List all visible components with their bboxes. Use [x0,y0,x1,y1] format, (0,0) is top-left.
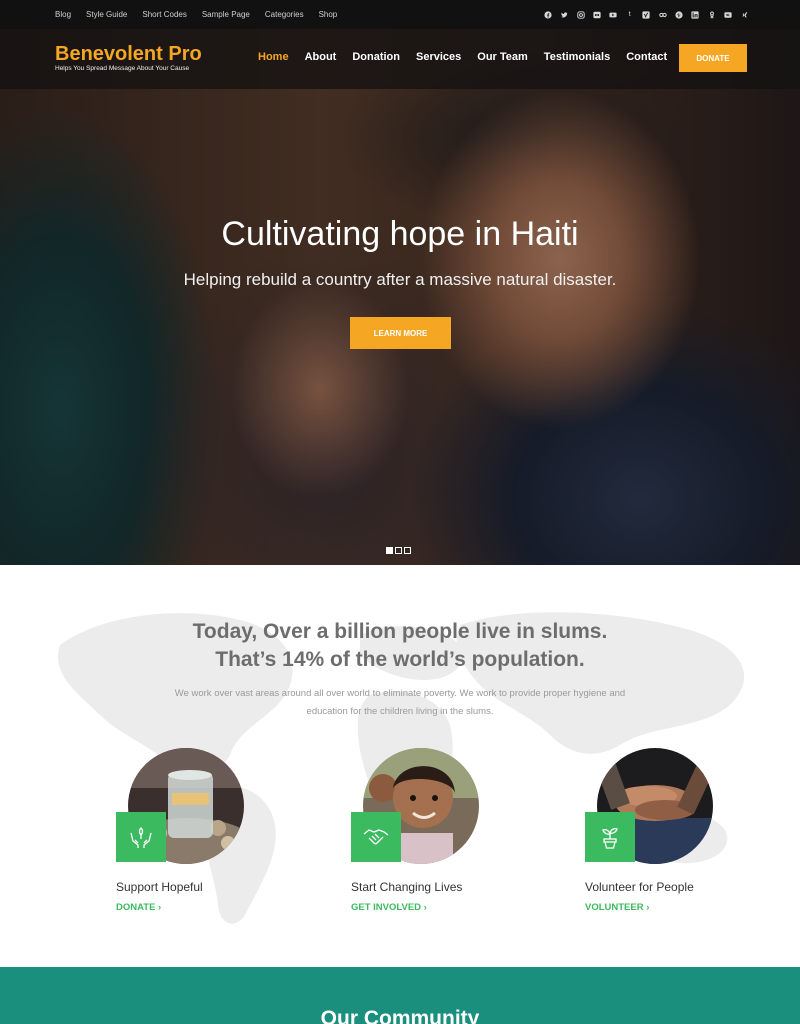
facebook-icon[interactable] [543,10,552,19]
main-navigation-bar: Benevolent Pro Helps You Spread Message … [0,29,800,89]
slider-pagination [386,547,413,554]
tumblr-icon[interactable]: t [625,10,634,19]
hero-slider: Benevolent Pro Helps You Spread Message … [0,29,800,565]
vk-icon[interactable] [724,10,733,19]
menu-item-services[interactable]: Services [416,51,461,63]
mission-heading-line-2: That’s 14% of the world’s population. [215,648,585,671]
top-link-short-codes[interactable]: Short Codes [142,10,186,19]
feature-card-title: Volunteer for People [585,880,694,894]
menu-item-testimonials[interactable]: Testimonials [544,51,610,63]
stumbleupon-icon[interactable] [658,10,667,19]
learn-more-button[interactable]: LEARN MORE [350,317,451,349]
donate-link[interactable]: DONATE › [116,902,161,913]
top-link-sample-page[interactable]: Sample Page [202,10,250,19]
hands-icon [130,827,152,848]
volunteer-link[interactable]: VOLUNTEER › [585,902,649,913]
site-tagline: Helps You Spread Message About Your Caus… [55,65,190,72]
header-donate-button[interactable]: DONATE [679,44,747,72]
youtube-icon[interactable] [609,10,618,19]
handshake-icon [363,829,389,845]
flickr-icon[interactable] [592,10,601,19]
get-involved-link[interactable]: GET INVOLVED › [351,902,427,913]
top-link-style-guide[interactable]: Style Guide [86,10,127,19]
main-menu: Home About Donation Services Our Team Te… [258,51,683,63]
twitter-icon[interactable] [560,10,569,19]
top-link-shop[interactable]: Shop [319,10,338,19]
support-icon-box [116,812,166,862]
top-link-categories[interactable]: Categories [265,10,304,19]
mission-heading-line-1: Today, Over a billion people live in slu… [192,620,608,643]
mission-description: We work over vast areas around all over … [174,688,626,717]
menu-item-home[interactable]: Home [258,51,289,63]
slider-dot-3[interactable] [404,547,411,554]
menu-item-our-team[interactable]: Our Team [477,51,528,63]
feature-card-title: Support Hopeful [116,880,203,894]
changing-lives-icon-box [351,812,401,862]
chevron-right-icon: › [158,902,162,913]
menu-item-donation[interactable]: Donation [352,51,400,63]
xing-icon[interactable] [740,10,749,19]
hero-title: Cultivating hope in Haiti [221,215,579,253]
community-title: Our Community [320,1007,480,1024]
pinterest-icon[interactable] [674,10,683,19]
feature-card-support: Support Hopeful DONATE › [116,748,316,918]
feature-card-volunteer: Volunteer for People VOLUNTEER › [585,748,785,918]
social-links: t [536,0,749,29]
vimeo-icon[interactable] [642,10,651,19]
slider-dot-2[interactable] [395,547,402,554]
feature-card-title: Start Changing Lives [351,880,463,894]
plant-icon [602,827,618,849]
top-links: Blog Style Guide Short Codes Sample Page… [55,0,352,29]
top-link-blog[interactable]: Blog [55,10,71,19]
instagram-icon[interactable] [576,10,585,19]
menu-item-about[interactable]: About [305,51,337,63]
slider-dot-1[interactable] [386,547,393,554]
odnoklassniki-icon[interactable] [707,10,716,19]
menu-item-contact[interactable]: Contact [626,51,667,63]
volunteer-icon-box [585,812,635,862]
chevron-right-icon: › [646,902,650,913]
community-section: Our Community [0,967,800,1024]
linkedin-icon[interactable] [691,10,700,19]
mission-section: Today, Over a billion people live in slu… [0,565,800,967]
hero-subtitle: Helping rebuild a country after a massiv… [183,270,617,289]
feature-card-changing-lives: Start Changing Lives GET INVOLVED › [351,748,551,918]
site-title[interactable]: Benevolent Pro [55,43,202,66]
chevron-right-icon: › [423,902,427,913]
top-bar: Blog Style Guide Short Codes Sample Page… [0,0,800,29]
